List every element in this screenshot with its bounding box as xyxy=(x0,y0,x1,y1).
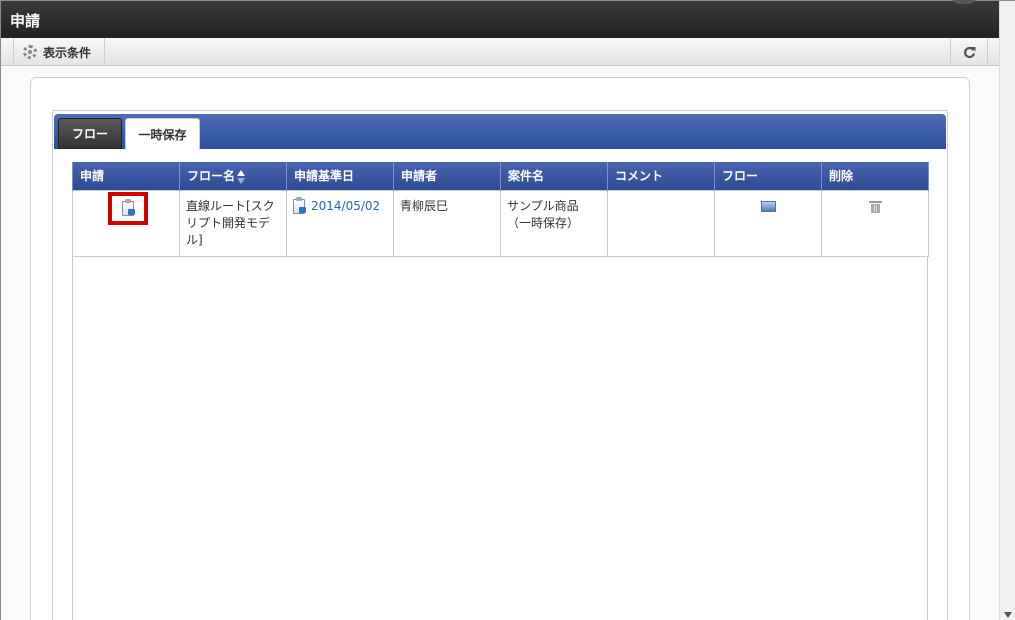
apply-cell xyxy=(72,189,180,257)
vertical-scrollbar[interactable] xyxy=(999,1,1015,620)
clipboard-apply-icon xyxy=(122,198,135,216)
header-comment: コメント xyxy=(607,162,715,190)
display-conditions-label: 表示条件 xyxy=(43,45,92,60)
comment-cell xyxy=(607,189,715,257)
title-bar: 申請 xyxy=(1,0,999,38)
apply-button[interactable] xyxy=(108,191,148,225)
table-row: 直線ルート[スクリプト開発モデル] 2014/05/02 青柳辰巳 サンプル商品… xyxy=(72,189,929,257)
tab-bar: フロー 一時保存 xyxy=(54,114,946,150)
header-apply: 申請 xyxy=(72,162,180,190)
trash-lid xyxy=(868,200,882,203)
header-delete: 削除 xyxy=(821,162,929,190)
subject-cell: サンプル商品（一時保存） xyxy=(500,189,608,257)
trash-icon[interactable] xyxy=(868,200,882,213)
table-header-row: 申請 フロー名 申請基準日 申請者 案件名 コメント フロー 削除 xyxy=(72,162,929,190)
header-applicant: 申請者 xyxy=(393,162,501,190)
sort-icon[interactable] xyxy=(237,169,246,184)
empty-table-area xyxy=(72,257,928,620)
clipboard-icon xyxy=(293,196,306,214)
toolbar: 表示条件 xyxy=(1,38,999,66)
flow-name-cell: 直線ルート[スクリプト開発モデル] xyxy=(179,189,287,257)
refresh-icon xyxy=(963,46,975,58)
scroll-down-arrow-icon[interactable] xyxy=(1004,612,1012,618)
applicant-cell: 青柳辰巳 xyxy=(393,189,501,257)
delete-cell xyxy=(821,189,929,257)
base-date-cell: 2014/05/02 xyxy=(286,189,394,257)
refresh-button[interactable] xyxy=(950,38,988,66)
header-base-date: 申請基準日 xyxy=(286,162,394,190)
trash-body xyxy=(870,203,880,213)
base-date-value: 2014/05/02 xyxy=(311,198,381,213)
base-date-link[interactable]: 2014/05/02 xyxy=(293,196,387,215)
header-subject: 案件名 xyxy=(500,162,608,190)
gear-icon xyxy=(23,45,37,59)
window-title: 申請 xyxy=(10,12,41,30)
flow-cell xyxy=(714,189,822,257)
header-flow-name[interactable]: フロー名 xyxy=(179,162,287,190)
display-conditions-button[interactable]: 表示条件 xyxy=(13,38,105,66)
application-window: 申請 表示条件 フロー 一時保存 申請 フロー名 申請基準日 申請者 案件名 コ… xyxy=(0,0,1015,620)
header-flow: フロー xyxy=(714,162,822,190)
application-table: 申請 フロー名 申請基準日 申請者 案件名 コメント フロー 削除 直線ルート[… xyxy=(72,162,929,257)
tab-flow[interactable]: フロー xyxy=(58,118,122,149)
flow-image-icon[interactable] xyxy=(760,200,776,212)
header-flow-name-label: フロー名 xyxy=(187,169,236,184)
tab-temporary-save[interactable]: 一時保存 xyxy=(125,118,200,150)
window-corner-decoration xyxy=(951,0,977,4)
